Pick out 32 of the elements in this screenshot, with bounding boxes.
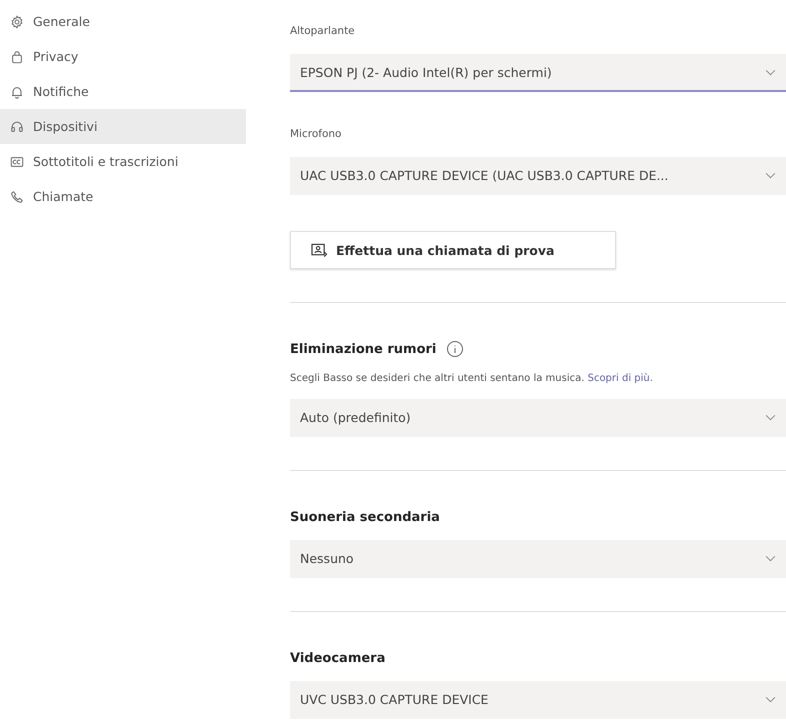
captions-icon — [10, 154, 24, 168]
test-call-button[interactable]: Effettua una chiamata di prova — [290, 231, 616, 269]
gear-icon — [10, 14, 24, 28]
chevron-down-icon — [765, 68, 776, 76]
dropdown[interactable]: UVC USB3.0 CAPTURE DEVICE — [290, 681, 786, 719]
dropdown[interactable]: EPSON PJ (2- Audio Intel(R) per schermi) — [290, 54, 786, 92]
chevron-down-icon — [765, 696, 776, 702]
sidebar-item[interactable]: Privacy — [0, 39, 246, 74]
phone-icon — [10, 190, 24, 204]
dropdown[interactable]: Auto (predefinito) — [290, 399, 786, 437]
chevron-down-icon — [765, 414, 776, 420]
sidebar-item[interactable]: Generale — [0, 4, 246, 39]
info-icon[interactable] — [446, 340, 464, 358]
sidebar-item[interactable]: Notifiche — [0, 74, 246, 109]
sidebar-item[interactable]: Sottotitoli e trascrizioni — [0, 144, 246, 179]
headset-icon — [10, 120, 24, 134]
dropdown[interactable]: UAC USB3.0 CAPTURE DEVICE (UAC USB3.0 CAPTURE DE... — [290, 157, 786, 195]
dropdown[interactable]: Nessuno — [290, 540, 786, 578]
field-label: Altoparlante — [290, 25, 356, 39]
chevron-down-icon — [765, 554, 776, 562]
lock-icon — [10, 50, 24, 64]
call-test-icon — [311, 242, 328, 258]
chevron-down-icon — [765, 172, 776, 178]
field-label: Microfono — [290, 128, 342, 142]
description-text: Scegli Basso se desideri che altri utenti sentano la musica. Scopri di più. — [290, 373, 654, 384]
learn-more-link[interactable]: Scopri di più. — [588, 373, 653, 384]
section-heading: Eliminazione rumori — [290, 342, 436, 356]
sidebar-item[interactable]: Dispositivi — [0, 109, 246, 144]
bell-icon — [10, 84, 24, 98]
sidebar-item[interactable]: Chiamate — [0, 179, 246, 214]
section-heading: Videocamera — [290, 650, 386, 666]
section-heading: Suoneria secondaria — [290, 510, 440, 524]
